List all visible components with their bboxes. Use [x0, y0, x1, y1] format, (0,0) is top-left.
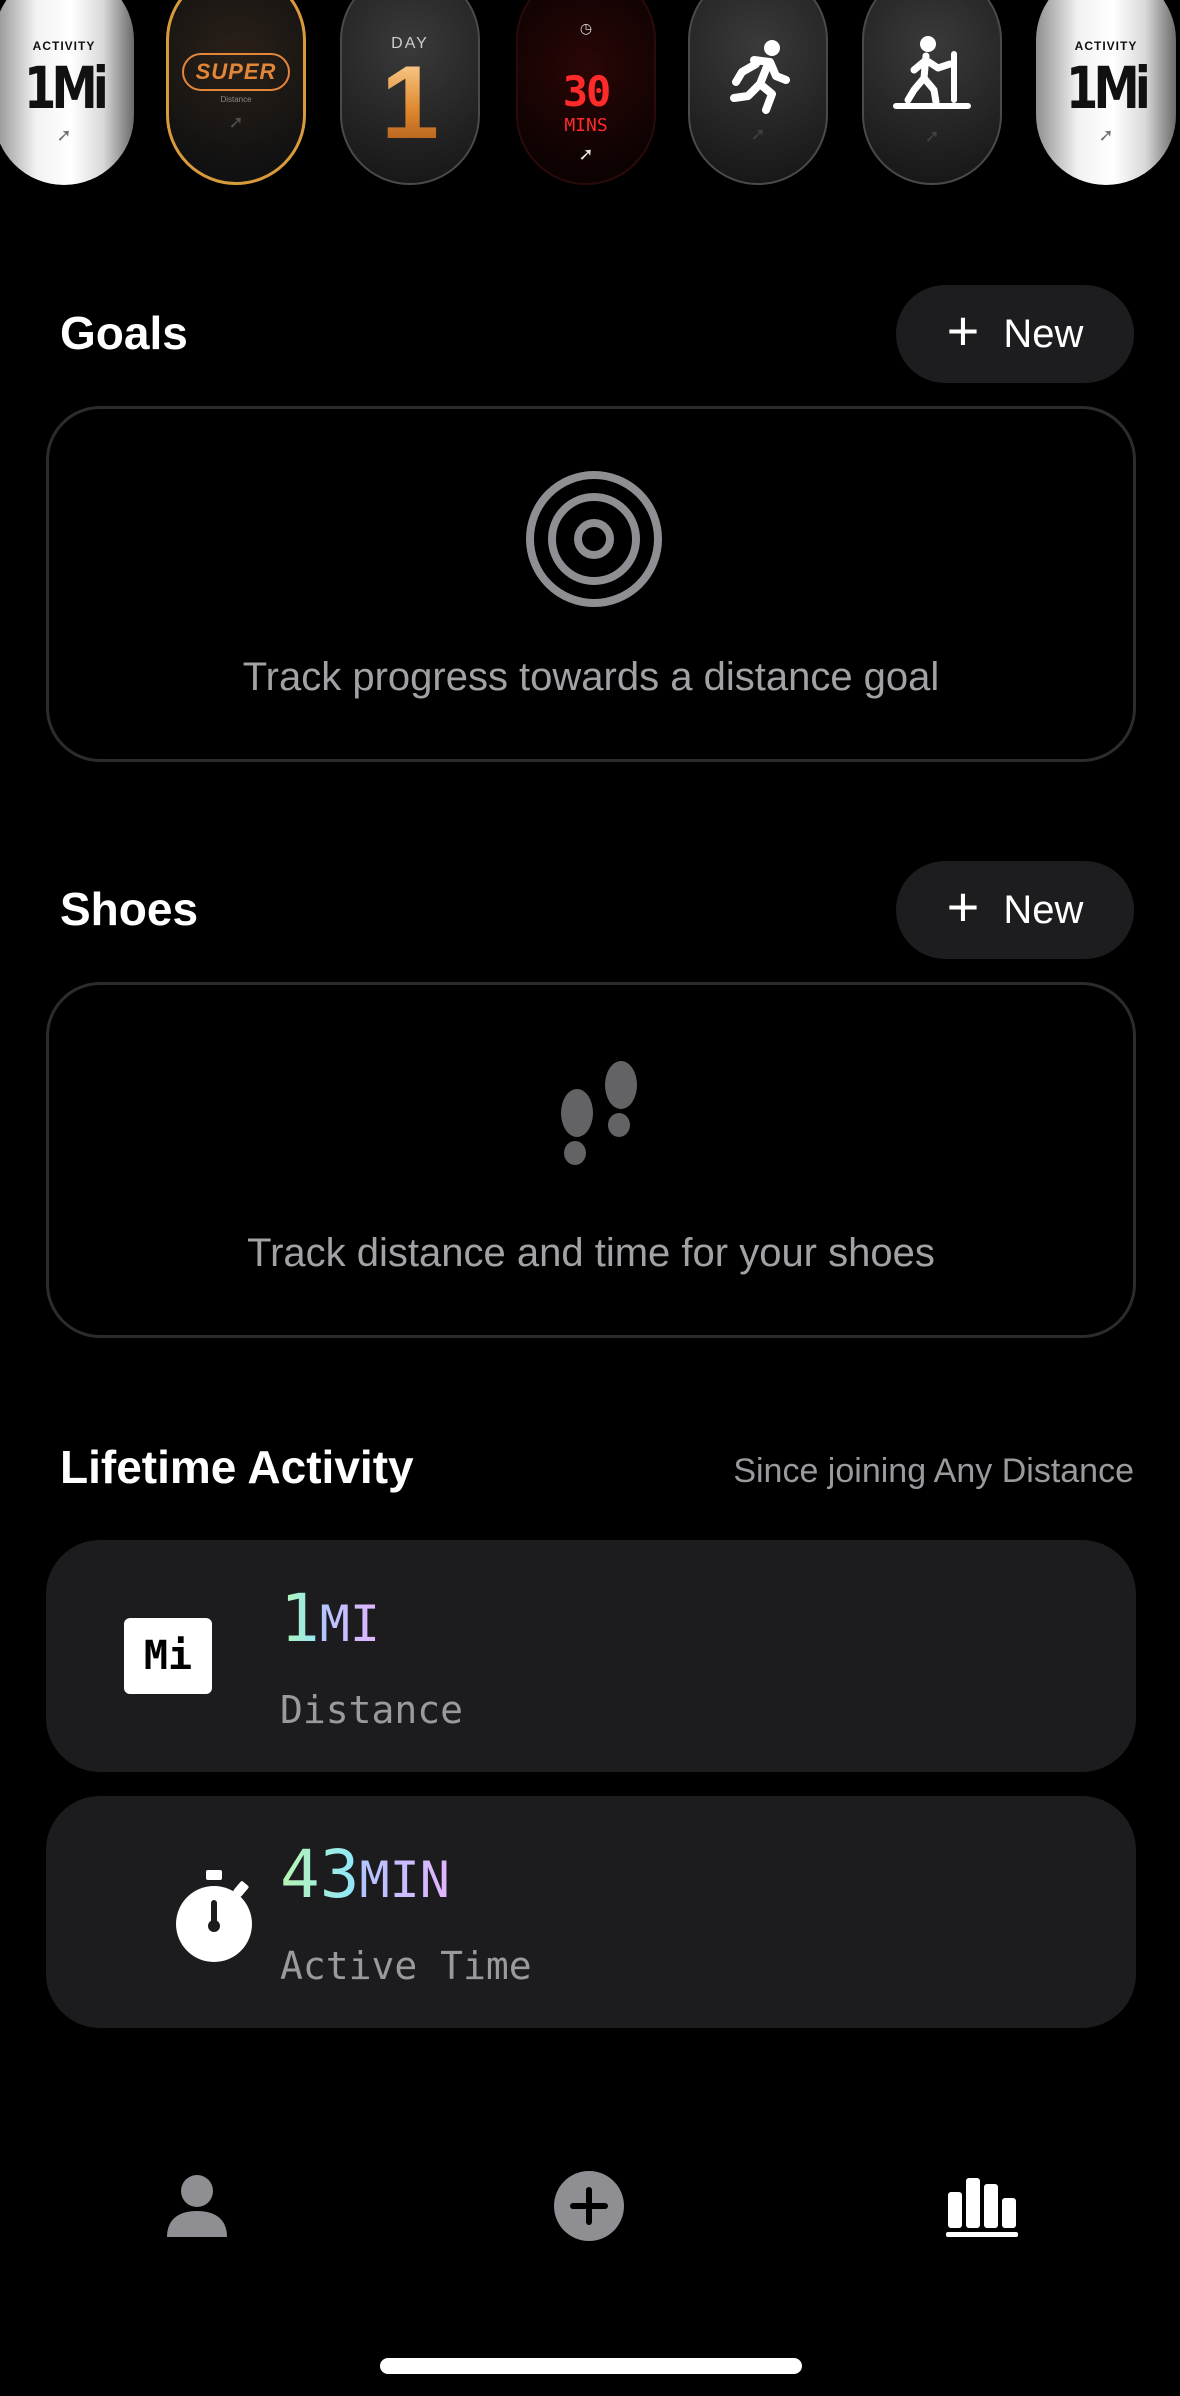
home-indicator[interactable] [380, 2358, 802, 2374]
lifetime-subtitle: Since joining Any Distance [733, 1452, 1134, 1490]
plus-circle-icon [554, 2171, 624, 2241]
badge-treadmill[interactable]: ➚ [862, 0, 1002, 185]
stopwatch-icon: ◷ [579, 20, 593, 36]
footprints-icon [561, 1061, 637, 1165]
badge-main-text: 1 [381, 44, 439, 161]
runner-icon [730, 40, 790, 114]
badge-30-mins[interactable]: ◷ 30 MINS ➚ [516, 0, 656, 185]
plus-icon: + [946, 299, 980, 362]
goals-empty-card[interactable]: Track progress towards a distance goal [46, 406, 1136, 762]
badge-main-text: 1Mi [24, 54, 109, 122]
stat-number: 1 [280, 1580, 320, 1657]
badge-top-label: ACTIVITY [32, 39, 96, 53]
arrow-logo-icon: ➚ [578, 144, 594, 164]
badge-activity-1mi-right[interactable]: ACTIVITY 1Mi ➚ [1036, 0, 1176, 185]
goals-title: Goals [60, 307, 188, 359]
stat-number: 43 [280, 1836, 360, 1913]
stat-unit: MIN [359, 1851, 450, 1909]
badge-sub-text: Distance [220, 94, 252, 104]
badge-main-text: 30 [562, 67, 612, 116]
badge-day-1[interactable]: DAY 1 [340, 0, 480, 185]
badge-activity-1mi[interactable]: ACTIVITY 1Mi ➚ [0, 0, 134, 185]
new-shoe-button[interactable]: + New [896, 861, 1134, 959]
shoes-empty-text: Track distance and time for your shoes [247, 1231, 935, 1275]
target-icon [526, 471, 662, 607]
stat-unit: MI [319, 1595, 380, 1653]
badge-runner[interactable]: ➚ [688, 0, 828, 185]
stat-card-distance[interactable]: Mi 1MI Distance [46, 1540, 1136, 1772]
stopwatch-icon [176, 1870, 252, 1962]
stat-label: Active Time [280, 1944, 532, 1988]
shoes-empty-card[interactable]: Track distance and time for your shoes [46, 982, 1136, 1338]
bar-chart-icon [946, 2178, 1018, 2237]
tab-add[interactable] [544, 2166, 634, 2246]
tab-stats[interactable] [938, 2166, 1028, 2246]
badge-main-text: 1Mi [1066, 54, 1151, 122]
tab-profile[interactable] [152, 2166, 242, 2246]
plus-icon: + [946, 875, 980, 938]
stat-label: Distance [280, 1688, 464, 1732]
new-shoe-label: New [1003, 887, 1084, 932]
treadmill-icon [893, 36, 971, 109]
badge-unit-text: MINS [564, 115, 608, 136]
goals-empty-text: Track progress towards a distance goal [242, 655, 940, 699]
badge-super-distance[interactable]: SUPER Distance ➚ [166, 0, 306, 185]
person-icon [167, 2175, 227, 2237]
badge-top-label: ACTIVITY [1074, 39, 1138, 53]
arrow-logo-icon: ➚ [56, 125, 72, 145]
badge-main-text: SUPER [181, 52, 291, 91]
stat-value: 1MI [280, 1586, 380, 1652]
arrow-logo-icon: ➚ [1098, 125, 1114, 145]
lifetime-title: Lifetime Activity [60, 1441, 414, 1493]
new-goal-label: New [1003, 311, 1084, 356]
arrow-logo-icon: ➚ [750, 124, 766, 144]
miles-icon: Mi [124, 1618, 212, 1694]
arrow-logo-icon: ➚ [228, 111, 244, 132]
stat-card-active-time[interactable]: 43MIN Active Time [46, 1796, 1136, 2028]
shoes-title: Shoes [60, 883, 199, 935]
stat-value: 43MIN [280, 1842, 450, 1908]
arrow-logo-icon: ➚ [924, 126, 940, 146]
new-goal-button[interactable]: + New [896, 285, 1134, 383]
